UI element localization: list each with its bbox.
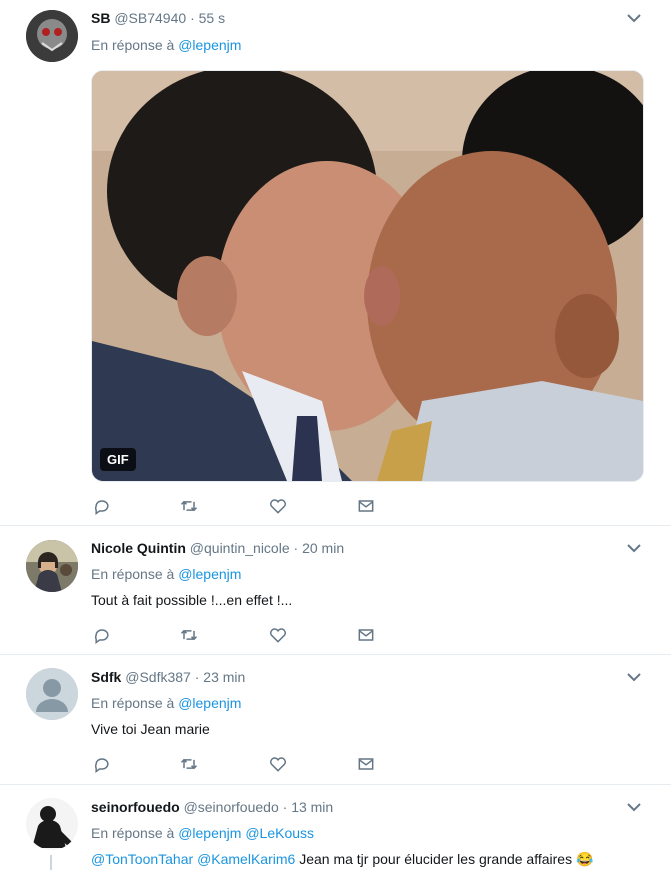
tweet-text: Tout à fait possible !...en effet !... <box>91 592 293 608</box>
heart-icon[interactable] <box>268 496 290 518</box>
avatar[interactable] <box>26 10 78 62</box>
reply-prefix: En réponse à <box>91 37 175 53</box>
reply-mention[interactable]: @lepenjm <box>178 566 241 582</box>
chevron-down-icon[interactable] <box>625 539 643 557</box>
avatar[interactable] <box>26 668 78 720</box>
tweet-text: Jean ma tjr pour élucider les grande aff… <box>299 851 573 867</box>
timestamp[interactable]: 23 min <box>203 669 245 685</box>
laughing-emoji-icon: 😂 <box>575 851 594 867</box>
display-name[interactable]: seinorfouedo <box>91 799 180 815</box>
user-handle[interactable]: @seinorfouedo <box>184 799 279 815</box>
display-name[interactable]: SB <box>91 10 110 26</box>
envelope-icon[interactable] <box>356 625 378 647</box>
timestamp[interactable]: 20 min <box>302 540 344 556</box>
timestamp[interactable]: 13 min <box>291 799 333 815</box>
reply-mention-2[interactable]: @LeKouss <box>245 825 314 841</box>
heart-icon[interactable] <box>268 754 290 776</box>
mention-link[interactable]: @TonToonTahar <box>91 851 193 867</box>
user-handle[interactable]: @Sdfk387 <box>125 669 191 685</box>
separator: · <box>282 799 288 815</box>
tweet-text-line: @TonToonTahar @KamelKarim6 Jean ma tjr p… <box>91 850 593 868</box>
reply-prefix: En réponse à <box>91 825 175 841</box>
reply-mention[interactable]: @lepenjm <box>178 825 241 841</box>
reply-context: En réponse à @lepenjm @LeKouss <box>91 824 314 842</box>
reply-icon[interactable] <box>92 496 114 518</box>
timestamp[interactable]: 55 s <box>199 10 225 26</box>
gif-image <box>92 71 643 481</box>
chevron-down-icon[interactable] <box>625 9 643 27</box>
envelope-icon[interactable] <box>356 754 378 776</box>
retweet-icon[interactable] <box>179 496 201 518</box>
reply-context: En réponse à @lepenjm <box>91 565 241 583</box>
thread-line <box>50 855 52 870</box>
tweet[interactable]: seinorfouedo @seinorfouedo · 13 min En r… <box>0 785 671 870</box>
retweet-icon[interactable] <box>179 754 201 776</box>
gif-media[interactable]: GIF <box>91 70 644 482</box>
display-name[interactable]: Sdfk <box>91 669 121 685</box>
tweet-header: Sdfk @Sdfk387 · 23 min <box>91 668 245 686</box>
reply-context: En réponse à @lepenjm <box>91 36 241 54</box>
separator: · <box>194 669 200 685</box>
reply-icon[interactable] <box>92 625 114 647</box>
chevron-down-icon[interactable] <box>625 798 643 816</box>
envelope-icon[interactable] <box>356 496 378 518</box>
gif-badge: GIF <box>100 448 136 471</box>
tweet[interactable]: Nicole Quintin @quintin_nicole · 20 min … <box>0 526 671 655</box>
display-name[interactable]: Nicole Quintin <box>91 540 186 556</box>
tweet-text: Vive toi Jean marie <box>91 721 210 737</box>
tweet-header: Nicole Quintin @quintin_nicole · 20 min <box>91 539 344 557</box>
tweet-header: SB @SB74940 · 55 s <box>91 9 225 27</box>
tweet[interactable]: SB @SB74940 · 55 s En réponse à @lepenjm <box>0 0 671 526</box>
mention-link[interactable]: @KamelKarim6 <box>197 851 295 867</box>
avatar[interactable] <box>26 798 78 850</box>
avatar[interactable] <box>26 540 78 592</box>
user-handle[interactable]: @quintin_nicole <box>190 540 290 556</box>
reply-prefix: En réponse à <box>91 695 175 711</box>
tweet-header: seinorfouedo @seinorfouedo · 13 min <box>91 798 333 816</box>
separator: · <box>293 540 299 556</box>
reply-mention[interactable]: @lepenjm <box>178 695 241 711</box>
user-handle[interactable]: @SB74940 <box>114 10 186 26</box>
reply-icon[interactable] <box>92 754 114 776</box>
retweet-icon[interactable] <box>179 625 201 647</box>
chevron-down-icon[interactable] <box>625 668 643 686</box>
reply-context: En réponse à @lepenjm <box>91 694 241 712</box>
heart-icon[interactable] <box>268 625 290 647</box>
reply-mention[interactable]: @lepenjm <box>178 37 241 53</box>
tweet[interactable]: Sdfk @Sdfk387 · 23 min En réponse à @lep… <box>0 655 671 785</box>
reply-prefix: En réponse à <box>91 566 175 582</box>
separator: · <box>190 10 195 26</box>
